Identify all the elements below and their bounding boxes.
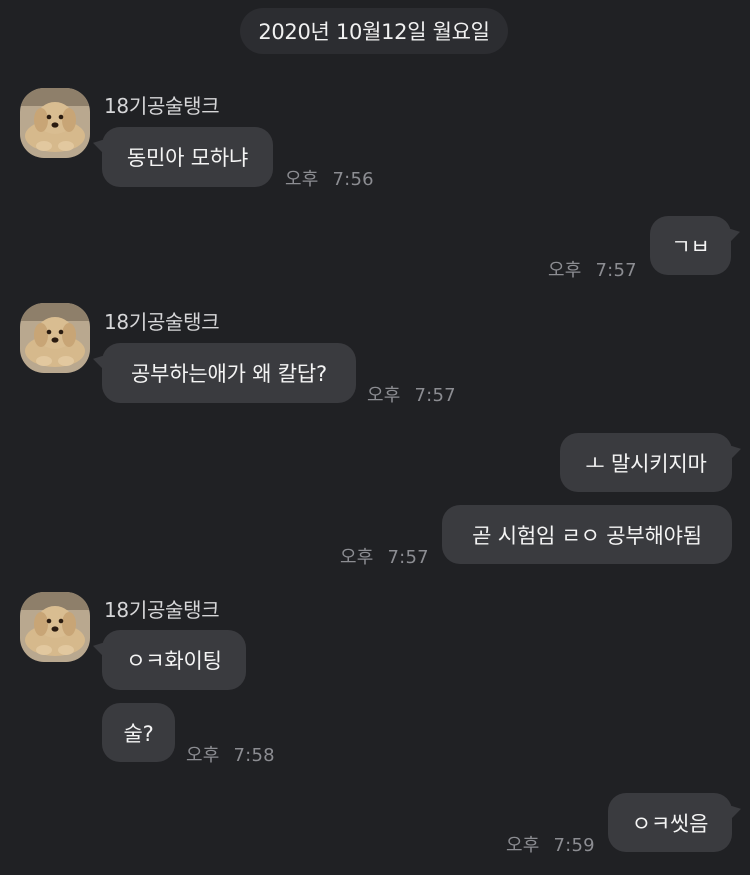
message-text: ㄱㅂ xyxy=(671,234,710,259)
bubble-tail xyxy=(93,637,105,659)
message-text: 동민아 모하냐 xyxy=(126,146,249,170)
bubble-tail xyxy=(729,800,741,822)
message-bubble[interactable]: ㅇㅋ씻음 xyxy=(608,793,741,852)
message-timestamp: 오후 7:57 xyxy=(367,385,456,406)
message-bubble[interactable]: 곧 시험임 ㄹㅇ 공부해야됨 xyxy=(442,505,732,564)
date-divider: 2020년 10월12일 월요일 xyxy=(240,8,508,54)
message-timestamp: 오후 7:56 xyxy=(285,169,374,190)
golden-retriever-avatar-icon[interactable] xyxy=(20,592,90,662)
message-text: 공부하는애가 왜 칼답? xyxy=(131,362,327,386)
message-text: ㅇㅋ화이팅 xyxy=(126,649,222,673)
bubble-tail xyxy=(728,223,740,245)
golden-retriever-avatar-icon[interactable] xyxy=(20,88,90,158)
message-timestamp: 오후 7:57 xyxy=(340,547,429,568)
sender-name: 18기공술탱크 xyxy=(104,310,220,334)
message-text: 곧 시험임 ㄹㅇ 공부해야됨 xyxy=(472,523,702,548)
message-timestamp: 오후 7:58 xyxy=(186,745,275,766)
message-bubble[interactable]: ㅇㅋ화이팅 xyxy=(93,630,246,690)
message-bubble[interactable]: 동민아 모하냐 xyxy=(93,127,273,187)
message-text: ㅇㅋ씻음 xyxy=(631,811,709,836)
message-text: 술? xyxy=(123,721,154,746)
message-timestamp: 오후 7:57 xyxy=(548,260,637,281)
message-bubble[interactable]: 술? xyxy=(102,703,175,762)
message-bubble[interactable]: ㄱㅂ xyxy=(650,216,740,275)
message-text: ㅗ 말시키지마 xyxy=(585,451,707,476)
message-timestamp: 오후 7:59 xyxy=(506,835,595,856)
sender-name: 18기공술탱크 xyxy=(104,598,220,622)
bubble-tail xyxy=(729,440,741,462)
bubble-tail xyxy=(93,350,105,372)
message-bubble[interactable]: 공부하는애가 왜 칼답? xyxy=(93,343,356,403)
sender-name: 18기공술탱크 xyxy=(104,94,220,118)
message-bubble[interactable]: ㅗ 말시키지마 xyxy=(560,433,741,492)
golden-retriever-avatar-icon[interactable] xyxy=(20,303,90,373)
bubble-tail xyxy=(93,134,105,156)
